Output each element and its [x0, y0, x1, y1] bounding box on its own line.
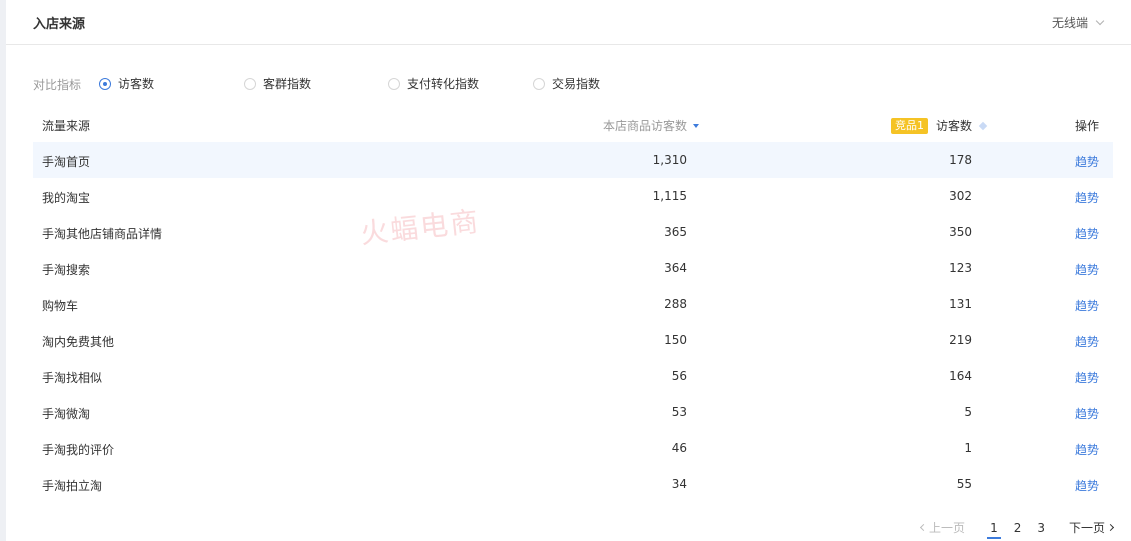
- cell-source: 手淘其他店铺商品详情: [42, 227, 163, 241]
- trend-link[interactable]: 趋势: [1075, 441, 1099, 458]
- device-select-label: 无线端: [1051, 16, 1088, 30]
- cell-source: 手淘我的评价: [42, 443, 115, 457]
- table-row: 手淘拍立淘 34 55 趋势: [33, 466, 1113, 502]
- cell-own-visitors: 46: [671, 441, 687, 455]
- table-row: 手淘其他店铺商品详情 365 350 趋势: [33, 214, 1113, 250]
- radio-customer-index[interactable]: 客群指数: [244, 75, 311, 92]
- column-header-competitor-visitors[interactable]: 竞品1 访客数: [890, 117, 988, 134]
- cell-source: 手淘搜索: [42, 263, 91, 277]
- table-row: 我的淘宝 1,115 302 趋势: [33, 178, 1113, 214]
- cell-competitor-visitors: 1: [964, 441, 972, 455]
- compare-metrics-label: 对比指标: [33, 78, 82, 92]
- cell-own-visitors: 34: [671, 477, 687, 491]
- table-row: 手淘首页 1,310 178 趋势: [33, 142, 1113, 178]
- cell-competitor-visitors: 302: [949, 189, 972, 203]
- radio-unchecked-icon: [388, 77, 400, 90]
- radio-label: 交易指数: [552, 77, 601, 91]
- next-page-button[interactable]: 下一页: [1068, 519, 1115, 536]
- trend-link[interactable]: 趋势: [1075, 225, 1099, 242]
- panel-title: 入店来源: [33, 17, 86, 32]
- cell-source: 购物车: [42, 299, 79, 313]
- page-1-button[interactable]: 1: [987, 521, 1001, 539]
- trend-link[interactable]: 趋势: [1075, 189, 1099, 206]
- sort-icon[interactable]: [978, 121, 988, 130]
- panel-header: 入店来源 无线端: [6, 0, 1131, 45]
- table-row: 手淘找相似 56 164 趋势: [33, 358, 1113, 394]
- cell-competitor-visitors: 55: [956, 477, 972, 491]
- competitor-badge: 竞品1: [890, 117, 928, 134]
- cell-competitor-visitors: 164: [949, 369, 972, 383]
- column-header-comp-label: 访客数: [935, 119, 972, 133]
- cell-own-visitors: 365: [664, 225, 687, 239]
- prev-page-button[interactable]: 上一页: [920, 519, 966, 536]
- cell-source: 淘内免费其他: [42, 335, 115, 349]
- radio-transaction-index[interactable]: 交易指数: [533, 75, 600, 92]
- radio-visitors[interactable]: 访客数: [99, 75, 154, 92]
- cell-own-visitors: 56: [671, 369, 687, 383]
- cell-source: 手淘首页: [42, 155, 91, 169]
- column-header-own-label: 本店商品访客数: [602, 119, 687, 133]
- column-header-action: 操作: [1074, 119, 1099, 133]
- column-header-own-visitors[interactable]: 本店商品访客数: [603, 117, 699, 134]
- cell-source: 我的淘宝: [42, 191, 91, 205]
- cell-competitor-visitors: 131: [949, 297, 972, 311]
- cell-competitor-visitors: 350: [949, 225, 972, 239]
- table-row: 淘内免费其他 150 219 趋势: [33, 322, 1113, 358]
- trend-link[interactable]: 趋势: [1075, 477, 1099, 494]
- trend-link[interactable]: 趋势: [1075, 333, 1099, 350]
- column-header-source: 流量来源: [42, 119, 91, 133]
- trend-link[interactable]: 趋势: [1075, 261, 1099, 278]
- cell-competitor-visitors: 219: [949, 333, 972, 347]
- table-row: 手淘微淘 53 5 趋势: [33, 394, 1113, 430]
- trend-link[interactable]: 趋势: [1075, 405, 1099, 422]
- radio-unchecked-icon: [533, 77, 545, 90]
- device-select[interactable]: 无线端: [1051, 14, 1105, 31]
- cell-source: 手淘找相似: [42, 371, 103, 385]
- radio-checked-icon: [99, 77, 111, 90]
- cell-own-visitors: 1,310: [652, 153, 687, 167]
- trend-link[interactable]: 趋势: [1075, 297, 1099, 314]
- chevron-down-icon: [1095, 16, 1105, 25]
- cell-competitor-visitors: 123: [949, 261, 972, 275]
- trend-link[interactable]: 趋势: [1075, 369, 1099, 386]
- chevron-right-icon: [1106, 523, 1115, 532]
- cell-source: 手淘拍立淘: [42, 479, 103, 493]
- page-3-button[interactable]: 3: [1037, 521, 1045, 535]
- trend-link[interactable]: 趋势: [1075, 153, 1099, 170]
- table-header: 流量来源 本店商品访客数 竞品1 访客数 操作: [33, 107, 1113, 142]
- table-row: 手淘搜索 364 123 趋势: [33, 250, 1113, 286]
- radio-label: 访客数: [118, 77, 155, 91]
- cell-competitor-visitors: 5: [964, 405, 972, 419]
- sort-desc-icon[interactable]: [693, 123, 699, 128]
- compare-metrics: 对比指标 访客数 客群指数 支付转化指数 交易指数: [33, 75, 733, 93]
- cell-competitor-visitors: 178: [949, 153, 972, 167]
- radio-payment-conversion-index[interactable]: 支付转化指数: [388, 75, 479, 92]
- prev-page-label: 上一页: [929, 521, 966, 535]
- radio-label: 客群指数: [263, 77, 312, 91]
- left-edge: [0, 0, 6, 541]
- table-row: 购物车 288 131 趋势: [33, 286, 1113, 322]
- cell-own-visitors: 53: [671, 405, 687, 419]
- traffic-source-table: 流量来源 本店商品访客数 竞品1 访客数 操作 手淘首页 1,310 178 趋…: [33, 107, 1113, 502]
- next-page-label: 下一页: [1068, 521, 1105, 535]
- pagination: 上一页 1 2 3 下一页: [920, 519, 1115, 539]
- cell-own-visitors: 1,115: [652, 189, 687, 203]
- cell-own-visitors: 364: [664, 261, 687, 275]
- table-row: 手淘我的评价 46 1 趋势: [33, 430, 1113, 466]
- cell-source: 手淘微淘: [42, 407, 91, 421]
- radio-label: 支付转化指数: [407, 77, 480, 91]
- cell-own-visitors: 288: [664, 297, 687, 311]
- chevron-left-icon: [920, 523, 928, 532]
- page-2-button[interactable]: 2: [1014, 521, 1022, 535]
- radio-unchecked-icon: [244, 77, 256, 90]
- cell-own-visitors: 150: [664, 333, 687, 347]
